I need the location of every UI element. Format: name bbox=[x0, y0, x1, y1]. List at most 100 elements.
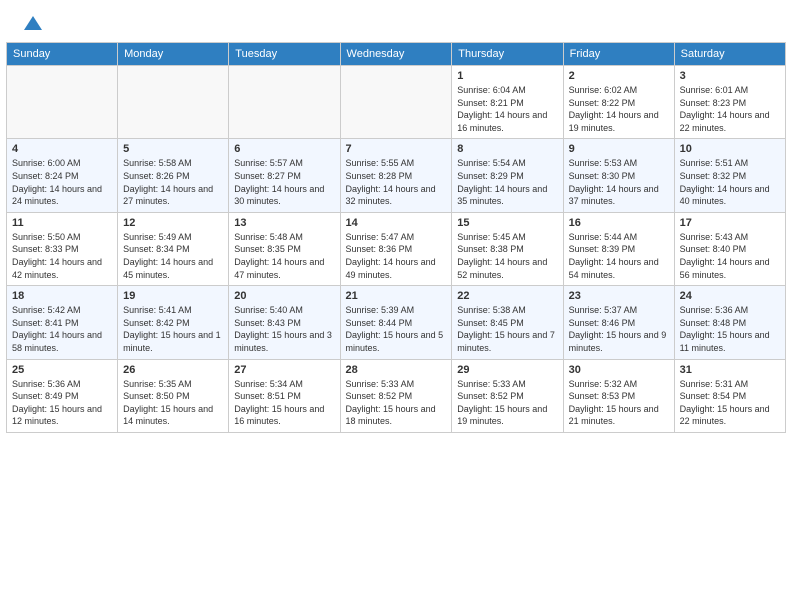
day-number: 4 bbox=[12, 143, 112, 155]
calendar-table: SundayMondayTuesdayWednesdayThursdayFrid… bbox=[6, 42, 786, 433]
day-info: Sunrise: 5:41 AMSunset: 8:42 PMDaylight:… bbox=[123, 304, 223, 354]
table-row: 16 Sunrise: 5:44 AMSunset: 8:39 PMDayligh… bbox=[563, 212, 674, 285]
day-number: 12 bbox=[123, 217, 223, 229]
table-row: 30 Sunrise: 5:32 AMSunset: 8:53 PMDayligh… bbox=[563, 359, 674, 432]
table-row: 26Sunrise: 5:35 AMSunset: 8:50 PMDayligh… bbox=[118, 359, 229, 432]
day-info: Sunrise: 5:51 AMSunset: 8:32 PMDaylight:… bbox=[680, 157, 780, 207]
day-info: Sunrise: 5:33 AMSunset: 8:52 PMDaylight:… bbox=[346, 378, 447, 428]
table-row bbox=[229, 66, 340, 139]
table-row: 20 Sunrise: 5:40 AMSunset: 8:43 PMDayligh… bbox=[229, 286, 340, 359]
day-number: 10 bbox=[680, 143, 780, 155]
day-info: Sunrise: 5:36 AMSunset: 8:48 PMDaylight:… bbox=[680, 304, 780, 354]
header-wednesday: Wednesday bbox=[340, 43, 452, 66]
day-info: Sunrise: 5:44 AMSunset: 8:39 PMDaylight:… bbox=[569, 231, 669, 281]
day-info: Sunrise: 5:53 AMSunset: 8:30 PMDaylight:… bbox=[569, 157, 669, 207]
day-info: Sunrise: 5:37 AMSunset: 8:46 PMDaylight:… bbox=[569, 304, 669, 354]
table-row: 7 Sunrise: 5:55 AMSunset: 8:28 PMDaylight… bbox=[340, 139, 452, 212]
calendar-week-5: 25 Sunrise: 5:36 AMSunset: 8:49 PMDayligh… bbox=[7, 359, 786, 432]
day-number: 17 bbox=[680, 217, 780, 229]
day-info: Sunrise: 6:02 AMSunset: 8:22 PMDaylight:… bbox=[569, 84, 669, 134]
table-row: 15 Sunrise: 5:45 AMSunset: 8:38 PMDayligh… bbox=[452, 212, 563, 285]
table-row: 2 Sunrise: 6:02 AMSunset: 8:22 PMDaylight… bbox=[563, 66, 674, 139]
table-row: 1 Sunrise: 6:04 AMSunset: 8:21 PMDaylight… bbox=[452, 66, 563, 139]
table-row: 19 Sunrise: 5:41 AMSunset: 8:42 PMDayligh… bbox=[118, 286, 229, 359]
header-tuesday: Tuesday bbox=[229, 43, 340, 66]
day-info: Sunrise: 5:32 AMSunset: 8:53 PMDaylight:… bbox=[569, 378, 669, 428]
day-number: 6 bbox=[234, 143, 334, 155]
day-number: 7 bbox=[346, 143, 447, 155]
table-row: 8 Sunrise: 5:54 AMSunset: 8:29 PMDaylight… bbox=[452, 139, 563, 212]
table-row: 4 Sunrise: 6:00 AMSunset: 8:24 PMDaylight… bbox=[7, 139, 118, 212]
header-sunday: Sunday bbox=[7, 43, 118, 66]
logo-icon bbox=[22, 12, 44, 34]
table-row: 9Sunrise: 5:53 AMSunset: 8:30 PMDaylight… bbox=[563, 139, 674, 212]
day-info: Sunrise: 5:50 AMSunset: 8:33 PMDaylight:… bbox=[12, 231, 112, 281]
table-row: 10 Sunrise: 5:51 AMSunset: 8:32 PMDayligh… bbox=[674, 139, 785, 212]
day-number: 22 bbox=[457, 290, 557, 302]
table-row: 24 Sunrise: 5:36 AMSunset: 8:48 PMDayligh… bbox=[674, 286, 785, 359]
calendar-header-row: SundayMondayTuesdayWednesdayThursdayFrid… bbox=[7, 43, 786, 66]
day-info: Sunrise: 5:43 AMSunset: 8:40 PMDaylight:… bbox=[680, 231, 780, 281]
day-info: Sunrise: 5:58 AMSunset: 8:26 PMDaylight:… bbox=[123, 157, 223, 207]
day-number: 26 bbox=[123, 364, 223, 376]
day-info: Sunrise: 5:40 AMSunset: 8:43 PMDaylight:… bbox=[234, 304, 334, 354]
page-header bbox=[0, 0, 792, 42]
day-info: Sunrise: 5:57 AMSunset: 8:27 PMDaylight:… bbox=[234, 157, 334, 207]
day-number: 8 bbox=[457, 143, 557, 155]
day-info: Sunrise: 6:00 AMSunset: 8:24 PMDaylight:… bbox=[12, 157, 112, 207]
day-number: 23 bbox=[569, 290, 669, 302]
table-row: 3 Sunrise: 6:01 AMSunset: 8:23 PMDaylight… bbox=[674, 66, 785, 139]
day-number: 19 bbox=[123, 290, 223, 302]
day-info: Sunrise: 5:47 AMSunset: 8:36 PMDaylight:… bbox=[346, 231, 447, 281]
day-number: 3 bbox=[680, 70, 780, 82]
day-number: 11 bbox=[12, 217, 112, 229]
day-number: 27 bbox=[234, 364, 334, 376]
table-row bbox=[7, 66, 118, 139]
day-info: Sunrise: 5:31 AMSunset: 8:54 PMDaylight:… bbox=[680, 378, 780, 428]
day-number: 29 bbox=[457, 364, 557, 376]
header-saturday: Saturday bbox=[674, 43, 785, 66]
day-info: Sunrise: 5:33 AMSunset: 8:52 PMDaylight:… bbox=[457, 378, 557, 428]
day-number: 16 bbox=[569, 217, 669, 229]
logo bbox=[18, 12, 44, 34]
day-info: Sunrise: 6:04 AMSunset: 8:21 PMDaylight:… bbox=[457, 84, 557, 134]
day-number: 25 bbox=[12, 364, 112, 376]
table-row: 22 Sunrise: 5:38 AMSunset: 8:45 PMDayligh… bbox=[452, 286, 563, 359]
day-number: 15 bbox=[457, 217, 557, 229]
day-info: Sunrise: 5:54 AMSunset: 8:29 PMDaylight:… bbox=[457, 157, 557, 207]
table-row: 13Sunrise: 5:48 AMSunset: 8:35 PMDayligh… bbox=[229, 212, 340, 285]
day-number: 14 bbox=[346, 217, 447, 229]
day-info: Sunrise: 5:55 AMSunset: 8:28 PMDaylight:… bbox=[346, 157, 447, 207]
day-number: 1 bbox=[457, 70, 557, 82]
calendar-week-2: 4 Sunrise: 6:00 AMSunset: 8:24 PMDaylight… bbox=[7, 139, 786, 212]
calendar-wrapper: SundayMondayTuesdayWednesdayThursdayFrid… bbox=[0, 42, 792, 439]
table-row: 27 Sunrise: 5:34 AMSunset: 8:51 PMDayligh… bbox=[229, 359, 340, 432]
day-number: 24 bbox=[680, 290, 780, 302]
day-info: Sunrise: 5:38 AMSunset: 8:45 PMDaylight:… bbox=[457, 304, 557, 354]
header-thursday: Thursday bbox=[452, 43, 563, 66]
table-row: 5 Sunrise: 5:58 AMSunset: 8:26 PMDaylight… bbox=[118, 139, 229, 212]
table-row bbox=[118, 66, 229, 139]
table-row bbox=[340, 66, 452, 139]
day-info: Sunrise: 5:36 AMSunset: 8:49 PMDaylight:… bbox=[12, 378, 112, 428]
header-monday: Monday bbox=[118, 43, 229, 66]
day-info: Sunrise: 5:34 AMSunset: 8:51 PMDaylight:… bbox=[234, 378, 334, 428]
day-info: Sunrise: 5:45 AMSunset: 8:38 PMDaylight:… bbox=[457, 231, 557, 281]
day-info: Sunrise: 6:01 AMSunset: 8:23 PMDaylight:… bbox=[680, 84, 780, 134]
header-friday: Friday bbox=[563, 43, 674, 66]
day-number: 13 bbox=[234, 217, 334, 229]
table-row: 23 Sunrise: 5:37 AMSunset: 8:46 PMDayligh… bbox=[563, 286, 674, 359]
day-number: 18 bbox=[12, 290, 112, 302]
day-number: 30 bbox=[569, 364, 669, 376]
day-number: 2 bbox=[569, 70, 669, 82]
calendar-week-1: 1 Sunrise: 6:04 AMSunset: 8:21 PMDaylight… bbox=[7, 66, 786, 139]
table-row: 29 Sunrise: 5:33 AMSunset: 8:52 PMDayligh… bbox=[452, 359, 563, 432]
day-number: 5 bbox=[123, 143, 223, 155]
table-row: 11 Sunrise: 5:50 AMSunset: 8:33 PMDayligh… bbox=[7, 212, 118, 285]
day-info: Sunrise: 5:49 AMSunset: 8:34 PMDaylight:… bbox=[123, 231, 223, 281]
day-number: 20 bbox=[234, 290, 334, 302]
table-row: 18Sunrise: 5:42 AMSunset: 8:41 PMDayligh… bbox=[7, 286, 118, 359]
table-row: 28Sunrise: 5:33 AMSunset: 8:52 PMDayligh… bbox=[340, 359, 452, 432]
table-row: 17 Sunrise: 5:43 AMSunset: 8:40 PMDayligh… bbox=[674, 212, 785, 285]
table-row: 6 Sunrise: 5:57 AMSunset: 8:27 PMDaylight… bbox=[229, 139, 340, 212]
